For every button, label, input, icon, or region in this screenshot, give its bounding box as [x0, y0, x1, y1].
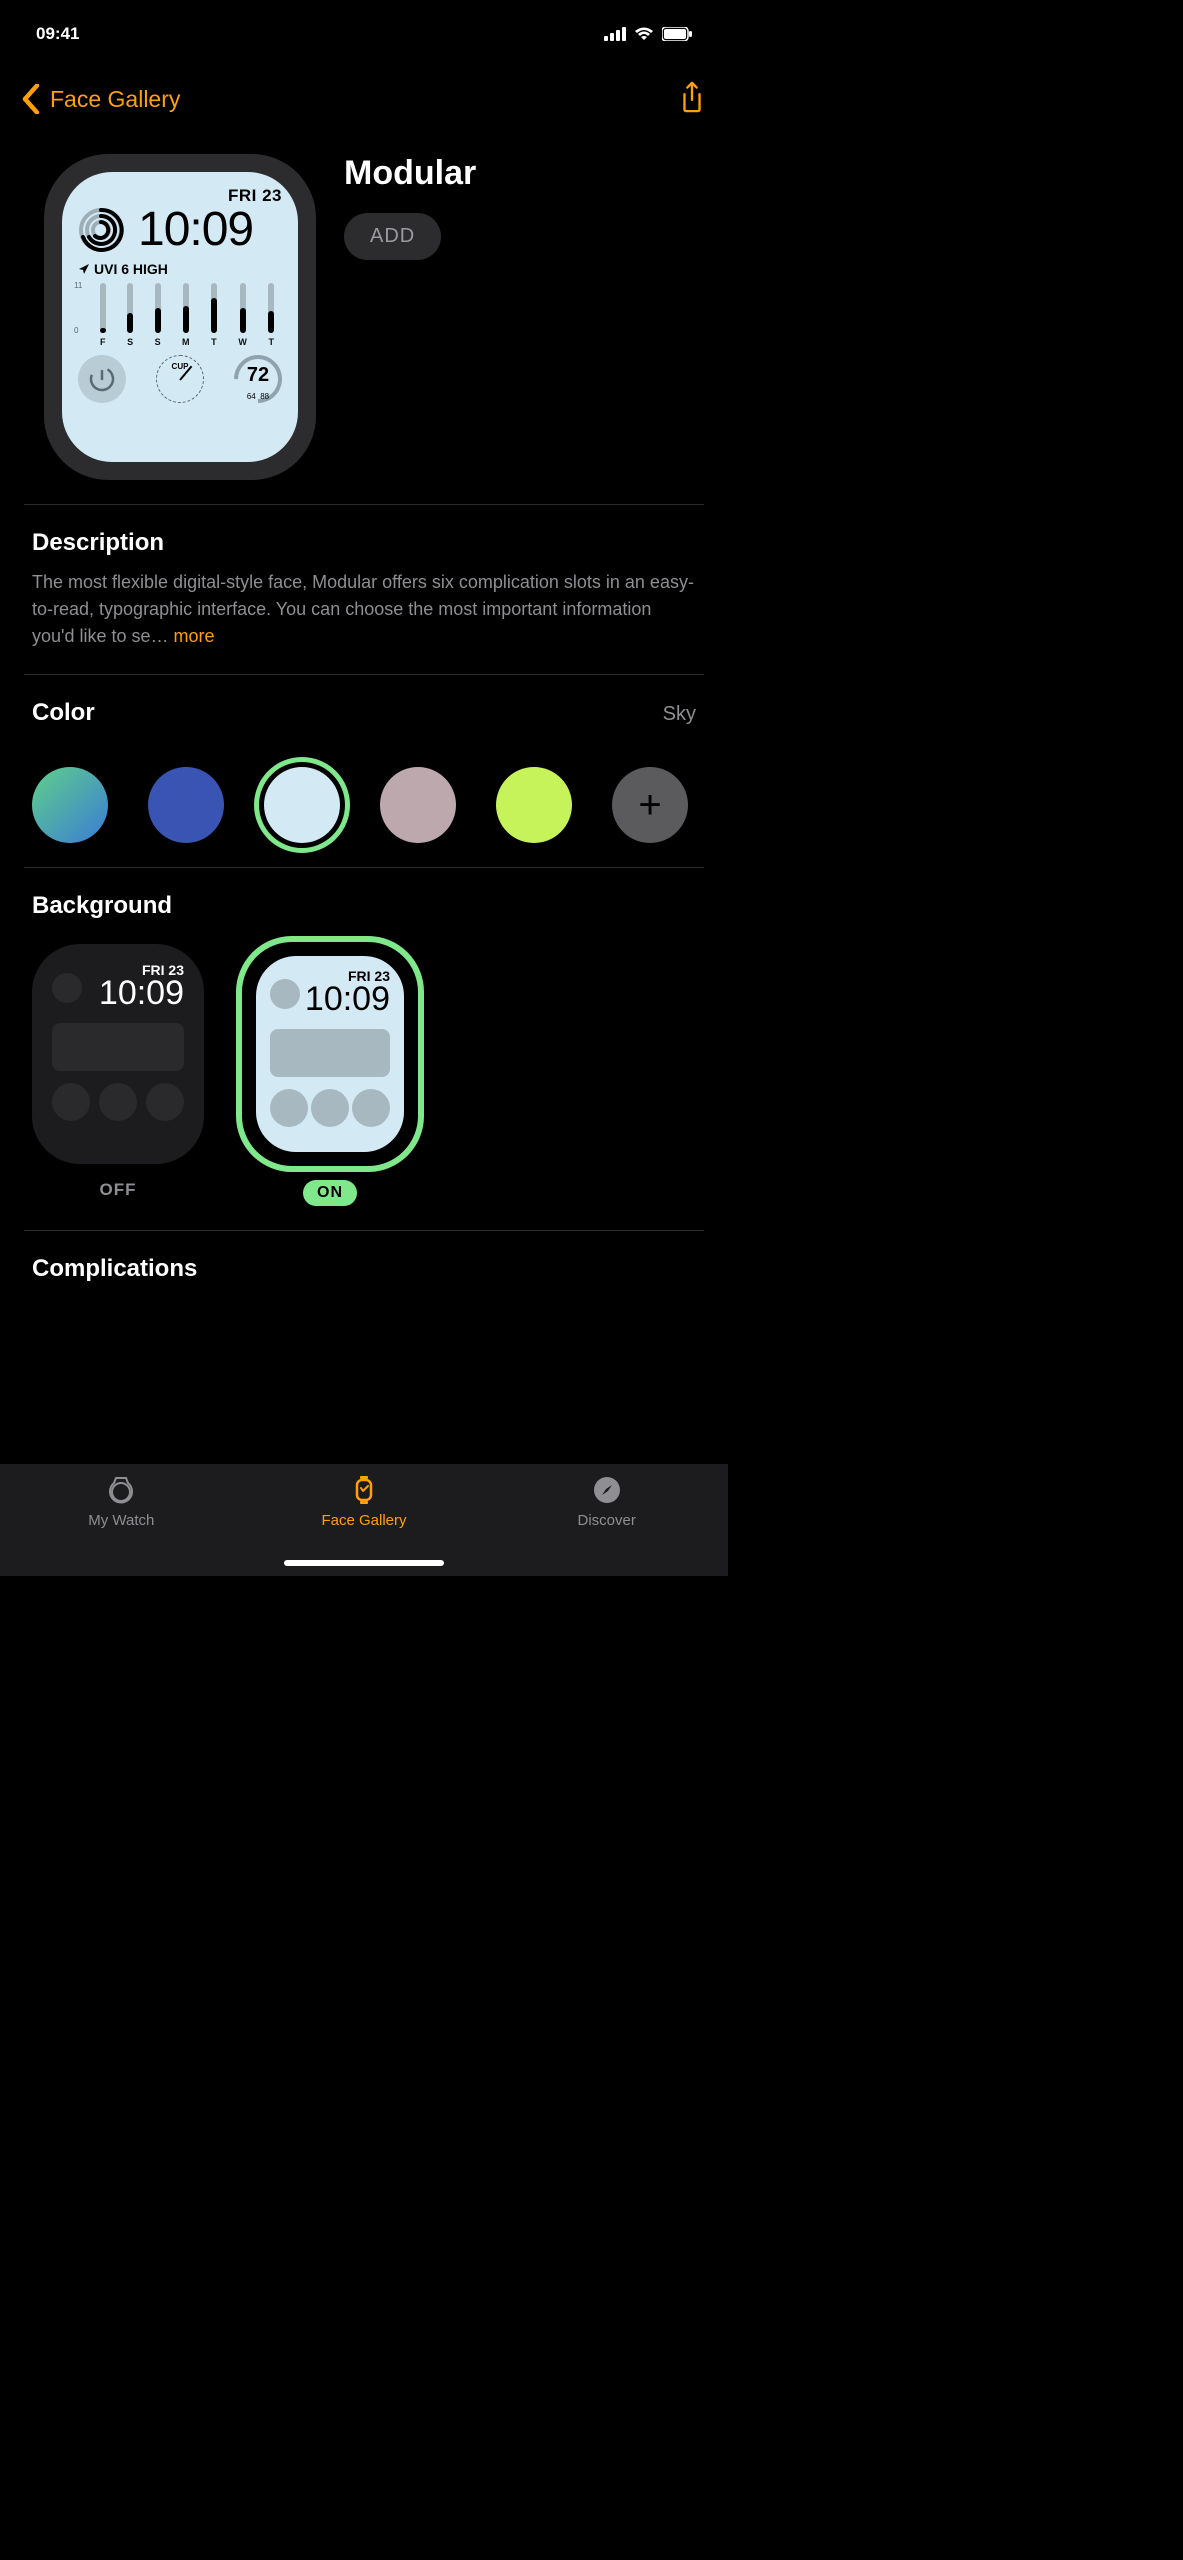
tab-bar: My Watch Face Gallery Discover [0, 1464, 728, 1576]
color-swatch-blue[interactable] [148, 767, 224, 843]
wifi-icon [634, 27, 654, 41]
tab-discover[interactable]: Discover [485, 1474, 728, 1576]
compass-icon [591, 1474, 623, 1506]
background-option-label: ON [303, 1180, 357, 1206]
description-text: The most flexible digital-style face, Mo… [32, 569, 696, 650]
bar-column: S [127, 283, 133, 347]
add-color-button[interactable]: + [612, 767, 688, 843]
status-time: 09:41 [36, 24, 79, 44]
color-swatch-mauve[interactable] [380, 767, 456, 843]
tab-my-watch[interactable]: My Watch [0, 1474, 243, 1576]
tab-label: My Watch [88, 1512, 154, 1529]
watch-face-icon [348, 1474, 380, 1506]
description-section: Description The most flexible digital-st… [0, 505, 728, 674]
watch-preview[interactable]: FRI 23 10:09 UVI 6 HIGH 110 FSSMTWT [44, 154, 316, 480]
tab-label: Discover [578, 1512, 636, 1529]
bar-column: T [211, 283, 217, 347]
activity-rings-icon [78, 207, 124, 253]
complications-section: Complications [0, 1231, 728, 1355]
temperature-gauge: 72 64 88 [234, 355, 282, 403]
color-header: Color [32, 699, 95, 727]
bar-column: M [182, 283, 190, 347]
preview-bar-chart: 110 FSSMTWT [78, 281, 282, 347]
share-icon [678, 81, 706, 113]
preview-uvi: UVI 6 HIGH [78, 261, 282, 277]
color-swatches: + [32, 767, 696, 843]
cellular-icon [604, 27, 626, 41]
watch-screen: FRI 23 10:09 UVI 6 HIGH 110 FSSMTWT [62, 172, 298, 462]
color-swatch-gradient[interactable] [32, 767, 108, 843]
add-button[interactable]: ADD [344, 213, 441, 260]
background-option-on[interactable]: FRI 2310:09 ON [244, 944, 416, 1206]
color-swatch-sky[interactable] [264, 767, 340, 843]
background-section: Background FRI 2310:09 OFF FRI 2310:09 O… [0, 868, 728, 1230]
nav-bar: Face Gallery [0, 54, 728, 144]
background-header: Background [32, 892, 696, 920]
more-button[interactable]: more [174, 626, 215, 646]
home-indicator[interactable] [284, 1560, 444, 1566]
background-options: FRI 2310:09 OFF FRI 2310:09 ON [32, 944, 696, 1206]
timer-icon [78, 355, 126, 403]
back-label: Face Gallery [50, 86, 180, 113]
watch-icon [105, 1474, 137, 1506]
chevron-left-icon [22, 84, 40, 114]
color-section: Color Sky + [0, 675, 728, 867]
bar-column: T [268, 283, 274, 347]
color-selected-name: Sky [663, 703, 696, 726]
face-hero: FRI 23 10:09 UVI 6 HIGH 110 FSSMTWT [0, 144, 728, 504]
bar-column: W [238, 283, 247, 347]
cup-dial-icon: CUP [156, 355, 204, 403]
bar-column: F [100, 283, 106, 347]
battery-icon [662, 27, 692, 41]
background-option-off[interactable]: FRI 2310:09 OFF [32, 944, 204, 1200]
color-swatch-lime[interactable] [496, 767, 572, 843]
bar-column: S [155, 283, 161, 347]
face-title: Modular [344, 154, 476, 193]
status-indicators [604, 27, 692, 41]
back-button[interactable]: Face Gallery [22, 84, 180, 114]
location-arrow-icon [78, 263, 90, 275]
preview-time: 10:09 [138, 202, 253, 257]
complications-header: Complications [32, 1255, 696, 1283]
background-option-label: OFF [100, 1180, 137, 1200]
share-button[interactable] [678, 81, 706, 118]
status-bar: 09:41 [0, 0, 728, 54]
description-header: Description [32, 529, 696, 557]
tab-label: Face Gallery [321, 1512, 406, 1529]
